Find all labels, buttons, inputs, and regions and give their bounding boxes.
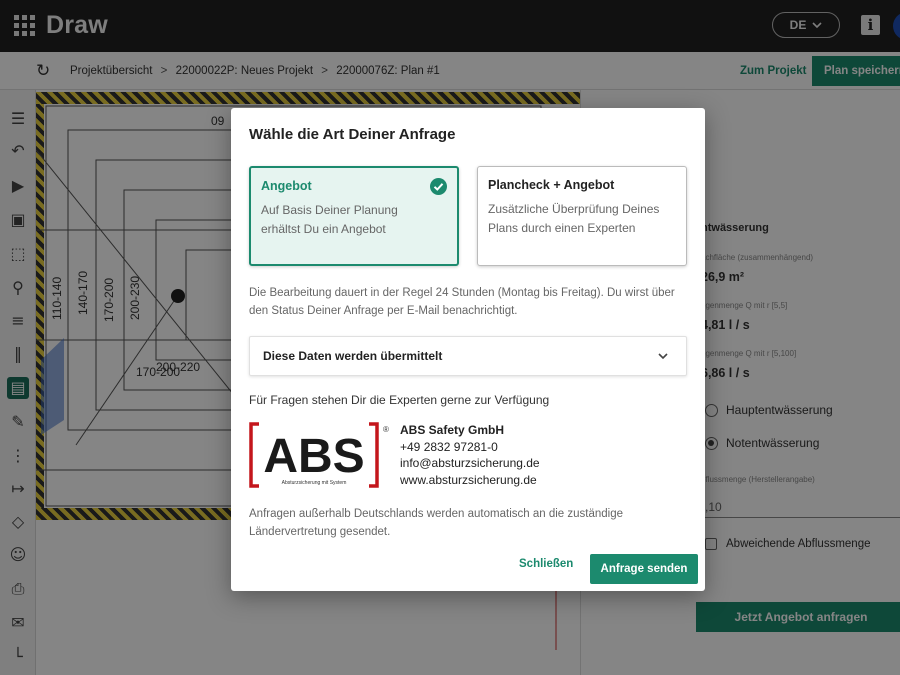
expert-note: Für Fragen stehen Dir die Experten gerne… [249,393,550,407]
dialog-title: Wähle die Art Deiner Anfrage [249,126,456,143]
contact-email[interactable]: info@absturzsicherung.de [400,455,540,472]
request-type-dialog: Wähle die Art Deiner Anfrage Angebot Auf… [231,108,705,591]
option-description: Zusätzliche Überprüfung Deines Plans dur… [488,202,660,235]
option-title: Plancheck + Angebot [488,178,615,192]
send-request-button[interactable]: Anfrage senden [590,554,698,584]
contact-phone[interactable]: +49 2832 97281-0 [400,439,540,456]
processing-note: Die Bearbeitung dauert in der Regel 24 S… [249,287,675,317]
abs-logo: ABS Absturzsicherung mit System ® [249,422,389,490]
contact-website[interactable]: www.absturzsicherung.de [400,472,540,489]
option-card-plancheck[interactable]: Plancheck + Angebot Zusätzliche Überprüf… [477,166,687,266]
logo-tagline: Absturzsicherung mit System [282,480,347,486]
transmitted-data-accordion[interactable]: Diese Daten werden übermittelt [249,336,687,376]
logo-text: ABS [263,430,364,483]
option-title: Angebot [261,179,312,193]
chevron-down-icon [658,353,668,360]
accordion-label: Diese Daten werden übermittelt [263,349,443,363]
close-button[interactable]: Schließen [519,558,573,570]
abroad-note: Anfragen außerhalb Deutschlands werden a… [249,508,623,538]
logo-registered-mark: ® [383,425,389,434]
check-circle-icon [430,178,447,195]
option-card-offer[interactable]: Angebot Auf Basis Deiner Planung erhälts… [249,166,459,266]
option-description: Auf Basis Deiner Planung erhältst Du ein… [261,203,398,236]
contact-block: ABS Safety GmbH +49 2832 97281-0 info@ab… [400,422,540,488]
company-name: ABS Safety GmbH [400,423,505,437]
